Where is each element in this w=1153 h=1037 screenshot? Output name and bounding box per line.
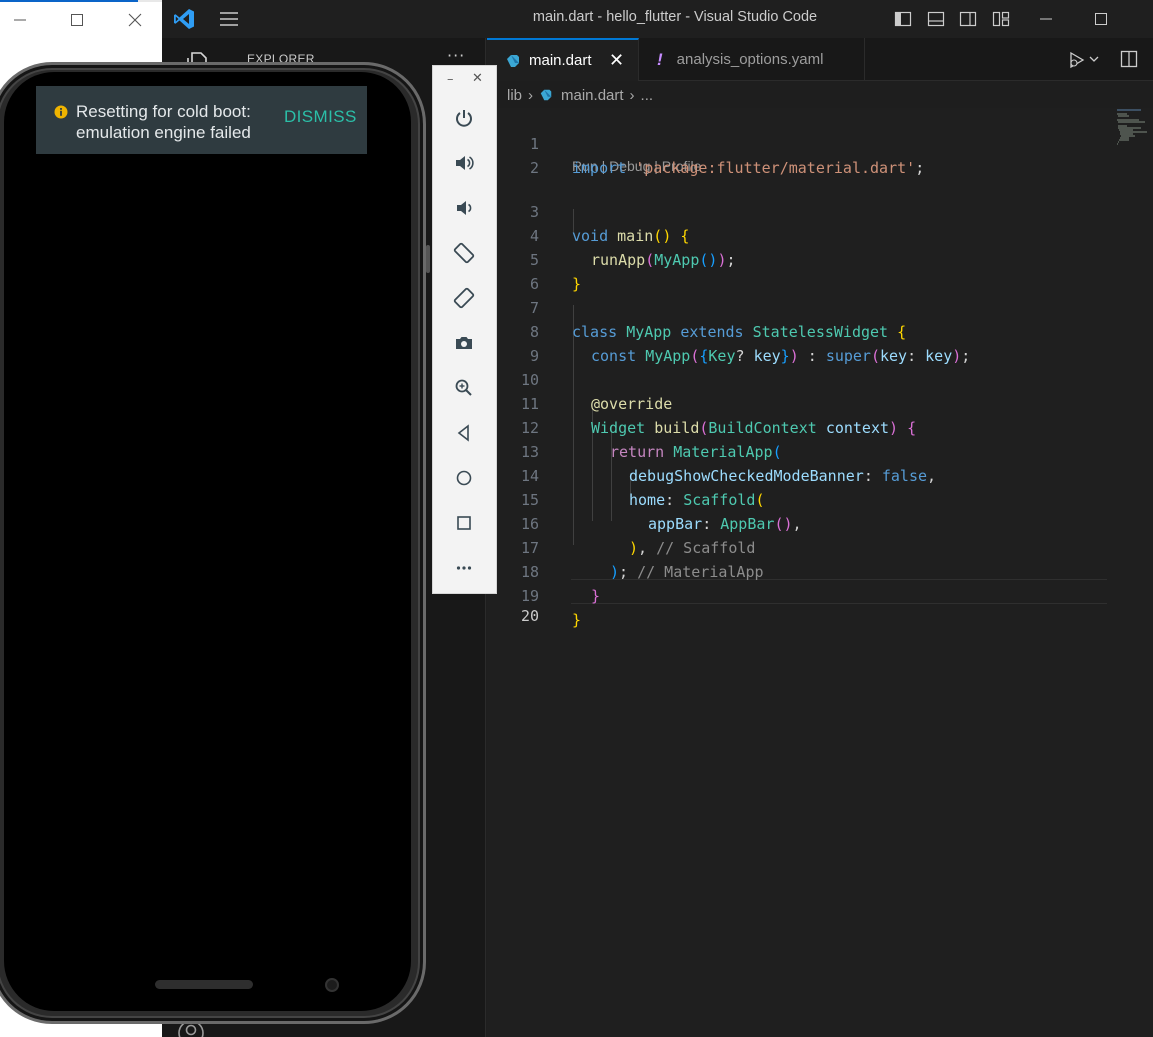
power-icon[interactable] [453, 107, 475, 129]
split-editor-icon[interactable] [1119, 49, 1139, 69]
chevron-right-icon: › [528, 86, 534, 104]
run-debug-icon[interactable] [1067, 50, 1101, 70]
code-line: 13 debugShowCheckedModeBanner: false, [487, 416, 1107, 485]
code-token: 'package:flutter/material.dart' [635, 159, 916, 177]
phone-camera-icon [325, 978, 339, 992]
customize-layout-icon[interactable] [992, 10, 1010, 28]
emulator-close-icon[interactable]: ✕ [472, 71, 483, 86]
code-line: 17 ); // MaterialApp [487, 512, 1107, 581]
breadcrumb-folder[interactable]: lib [507, 87, 522, 104]
code-token: import [572, 159, 627, 177]
info-icon [54, 105, 68, 119]
editor-tabs: main.dart ✕ ! analysis_options.yaml [487, 38, 1153, 81]
code-line: 2 [487, 132, 1107, 177]
home-icon[interactable] [453, 467, 475, 489]
emulator-minimize-icon[interactable]: – [447, 72, 454, 87]
tab-close-icon[interactable]: ✕ [609, 50, 624, 71]
code-line: 12 return MaterialApp( [487, 392, 1107, 461]
vscode-minimize-icon[interactable] [1035, 8, 1057, 30]
breadcrumb-file[interactable]: main.dart [561, 87, 624, 104]
minimize-icon[interactable] [10, 10, 30, 30]
close-icon[interactable] [125, 10, 145, 30]
camera-icon[interactable] [453, 332, 475, 354]
dart-file-icon [507, 54, 519, 67]
code-line: 6 [487, 248, 1107, 293]
cold-boot-notice: Resetting for cold boot: emulation engin… [36, 86, 367, 154]
code-line: 11 Widget build(BuildContext context) { [487, 368, 1107, 437]
toggle-panel-icon[interactable] [927, 10, 945, 28]
code-line: 18 } [487, 536, 1107, 605]
code-line: 4 runApp(MyApp()); [487, 200, 1107, 269]
line-number: 20 [520, 607, 539, 625]
emulator-toolbar: – ✕ [432, 65, 497, 594]
overview-icon[interactable] [453, 512, 475, 534]
vscode-maximize-icon[interactable] [1090, 8, 1112, 30]
rotate-left-icon[interactable] [453, 242, 475, 264]
code-line: 8 const MyApp({Key? key}) : super(key: k… [487, 296, 1107, 365]
tab-label: main.dart [529, 52, 592, 69]
dart-file-icon [540, 89, 552, 101]
code-line: 15 appBar: AppBar(), [487, 464, 1107, 533]
maximize-icon[interactable] [67, 10, 87, 30]
tab-label: analysis_options.yaml [676, 51, 824, 68]
code-line: 5 } [487, 224, 1107, 293]
emulator-toolbar-header: – ✕ [433, 66, 496, 96]
code-line: 3 void main() { [487, 176, 1107, 245]
vscode-logo-icon [174, 9, 194, 29]
code-editor[interactable]: Run | Debug | Profile 1 import 'package:… [487, 108, 1153, 1037]
toggle-secondary-sidebar-icon[interactable] [959, 10, 977, 28]
phone-home-bar[interactable] [155, 980, 253, 989]
code-line: 20 [487, 580, 1107, 625]
code-line: 7 class MyApp extends StatelessWidget { [487, 272, 1107, 341]
back-icon[interactable] [453, 422, 475, 444]
minimap[interactable] [1115, 108, 1151, 148]
menu-icon[interactable] [218, 9, 240, 29]
android-emulator [0, 62, 428, 1024]
tab-analysis-options[interactable]: ! analysis_options.yaml [639, 38, 865, 81]
chevron-right-icon: › [629, 86, 635, 104]
volume-up-icon[interactable] [453, 152, 475, 174]
window-title: main.dart - hello_flutter - Visual Studi… [532, 9, 818, 25]
sidebar-more-icon[interactable]: ··· [447, 46, 465, 65]
toggle-primary-sidebar-icon[interactable] [894, 10, 912, 28]
zoom-icon[interactable] [453, 377, 475, 399]
breadcrumb: lib › main.dart › ... [487, 82, 1153, 108]
yaml-file-icon: ! [657, 49, 663, 69]
notice-text: Resetting for cold boot: emulation engin… [76, 102, 251, 142]
tab-main-dart[interactable]: main.dart ✕ [487, 38, 639, 81]
code-line: 9 [487, 320, 1107, 365]
emulator-screen[interactable] [4, 72, 411, 1011]
background-strip-accent [0, 0, 138, 2]
code-line: 16 ), // Scaffold [487, 488, 1107, 557]
volume-down-icon[interactable] [453, 197, 475, 219]
breadcrumb-symbol[interactable]: ... [641, 87, 654, 104]
rotate-right-icon[interactable] [453, 287, 475, 309]
code-line: 1 import 'package:flutter/material.dart'… [487, 108, 1107, 177]
more-icon[interactable] [453, 557, 475, 579]
code-line: 10 @override [487, 344, 1107, 413]
phone-side-button [426, 245, 430, 273]
dismiss-button[interactable]: DISMISS [284, 107, 357, 127]
code-line: 14 home: Scaffold( [487, 440, 1107, 509]
